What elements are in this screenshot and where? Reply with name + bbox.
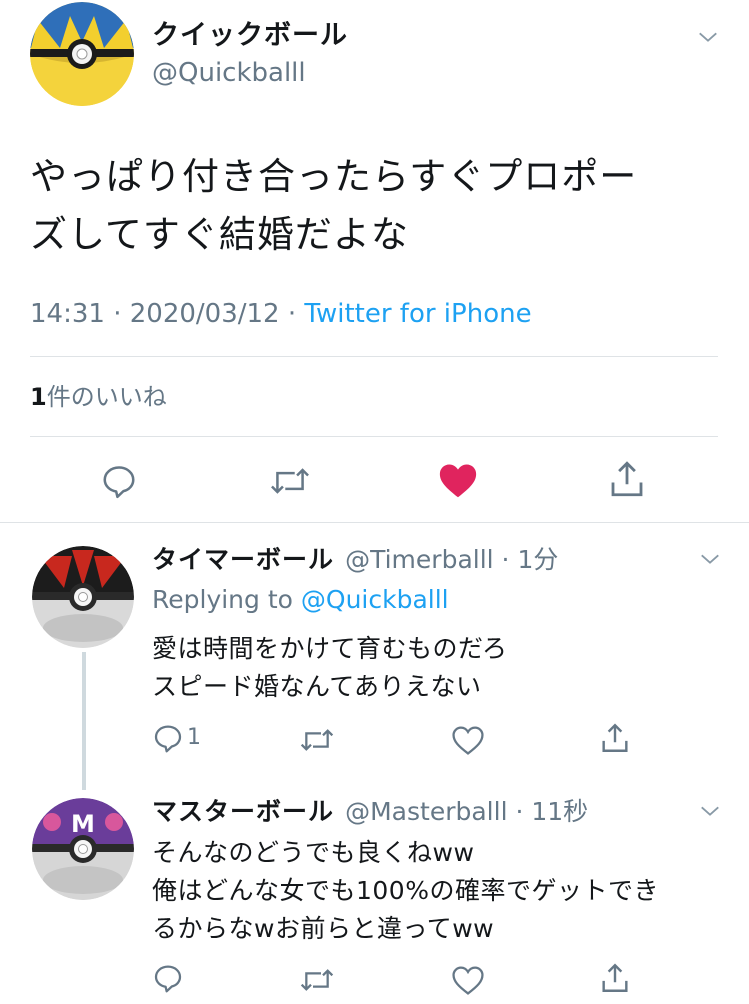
divider xyxy=(30,436,718,437)
retweet-button[interactable] xyxy=(298,724,336,760)
reply-icon xyxy=(154,725,182,753)
retweet-icon xyxy=(271,468,309,494)
main-tweet-text: やっぱり付き合ったらすぐプロポー ズしてすぐ結婚だよな xyxy=(30,148,710,264)
like-button[interactable] xyxy=(437,461,479,503)
more-chevron-button[interactable] xyxy=(699,800,721,826)
tweet-text-line: ズしてすぐ結婚だよな xyxy=(30,213,409,256)
heart-outline-icon xyxy=(452,966,484,995)
meta-separator: · xyxy=(507,797,532,826)
tweet-date: 2020/03/12 xyxy=(129,299,280,329)
avatar-masterball[interactable]: M xyxy=(32,798,134,900)
retweet-icon xyxy=(300,969,334,991)
replying-to-line: Replying to @Quickballl xyxy=(152,583,449,617)
reply-button[interactable]: 1 xyxy=(152,722,201,754)
quick-ball-image xyxy=(30,2,134,106)
reply-button[interactable] xyxy=(100,462,138,504)
share-icon xyxy=(602,723,628,752)
reply-time: 1分 xyxy=(517,545,559,574)
thread-connector-line xyxy=(82,652,86,790)
master-ball-image: M xyxy=(32,798,134,900)
avatar-letter: M xyxy=(71,810,95,838)
reply-icon xyxy=(103,466,135,499)
heart-outline-icon xyxy=(452,726,484,755)
reply-text-line: るからなwお前らと違ってww xyxy=(152,914,495,943)
share-button[interactable] xyxy=(598,720,632,760)
tweet-time: 14:31 xyxy=(30,299,105,329)
reply-icon xyxy=(154,965,182,993)
like-count-row[interactable]: 1件のいいね xyxy=(30,380,167,414)
retweet-icon xyxy=(300,729,334,751)
avatar-quickball[interactable] xyxy=(30,2,134,106)
tweet-meta: 14:31 · 2020/03/12 · Twitter for iPhone xyxy=(30,296,532,332)
retweet-button[interactable] xyxy=(298,964,336,1000)
reply-handle[interactable]: @Masterballl xyxy=(345,797,507,826)
replying-to-link[interactable]: @Quickballl xyxy=(301,585,449,614)
timer-ball-image xyxy=(32,546,134,648)
reply-text: 愛は時間をかけて育むものだろ スピード婚なんてありえない xyxy=(152,630,712,706)
like-count: 1 xyxy=(30,383,47,411)
reply-text-line: 俺はどんな女でも100%の確率でゲットでき xyxy=(152,876,659,905)
avatar-timerball[interactable] xyxy=(32,546,134,648)
like-count-label: 件のいいね xyxy=(46,383,167,411)
more-chevron-button[interactable] xyxy=(697,26,719,52)
reply-handle[interactable]: @Timerballl xyxy=(345,545,494,574)
main-display-name[interactable]: クイックボール xyxy=(152,18,348,54)
replying-to-label: Replying to xyxy=(152,585,301,614)
reply-text-line: スピード婚なんてありえない xyxy=(152,672,482,701)
reply-time: 11秒 xyxy=(531,797,589,826)
reply-text-line: 愛は時間をかけて育むものだろ xyxy=(152,634,508,663)
chevron-down-icon xyxy=(699,32,717,42)
chevron-down-icon xyxy=(701,554,719,564)
heart-icon xyxy=(439,464,477,498)
retweet-button[interactable] xyxy=(268,462,312,504)
reply-header: マスターボール @Masterballl · 11秒 xyxy=(152,795,588,829)
like-button[interactable] xyxy=(451,724,485,760)
share-button[interactable] xyxy=(598,960,632,1000)
main-handle[interactable]: @Quickballl xyxy=(152,56,306,90)
share-button[interactable] xyxy=(606,458,648,504)
share-icon xyxy=(602,963,628,992)
tweet-text-line: やっぱり付き合ったらすぐプロポー xyxy=(30,155,638,198)
reply-count: 1 xyxy=(187,725,201,750)
more-chevron-button[interactable] xyxy=(699,548,721,574)
like-button[interactable] xyxy=(451,964,485,1000)
divider xyxy=(30,356,718,357)
reply-text-line: そんなのどうでも良くねww xyxy=(152,838,475,867)
meta-separator: · xyxy=(104,299,130,329)
divider xyxy=(0,522,749,523)
reply-text: そんなのどうでも良くねww 俺はどんな女でも100%の確率でゲットでき るからな… xyxy=(152,834,732,948)
reply-button[interactable] xyxy=(152,962,184,998)
meta-separator: · xyxy=(279,299,305,329)
reply-header: タイマーボール @Timerballl · 1分 xyxy=(152,543,558,577)
tweet-source-link[interactable]: Twitter for iPhone xyxy=(304,299,531,329)
chevron-down-icon xyxy=(701,806,719,816)
meta-separator: · xyxy=(493,545,518,574)
reply-display-name[interactable]: タイマーボール xyxy=(152,545,334,574)
share-icon xyxy=(611,461,643,497)
reply-display-name[interactable]: マスターボール xyxy=(152,797,334,826)
